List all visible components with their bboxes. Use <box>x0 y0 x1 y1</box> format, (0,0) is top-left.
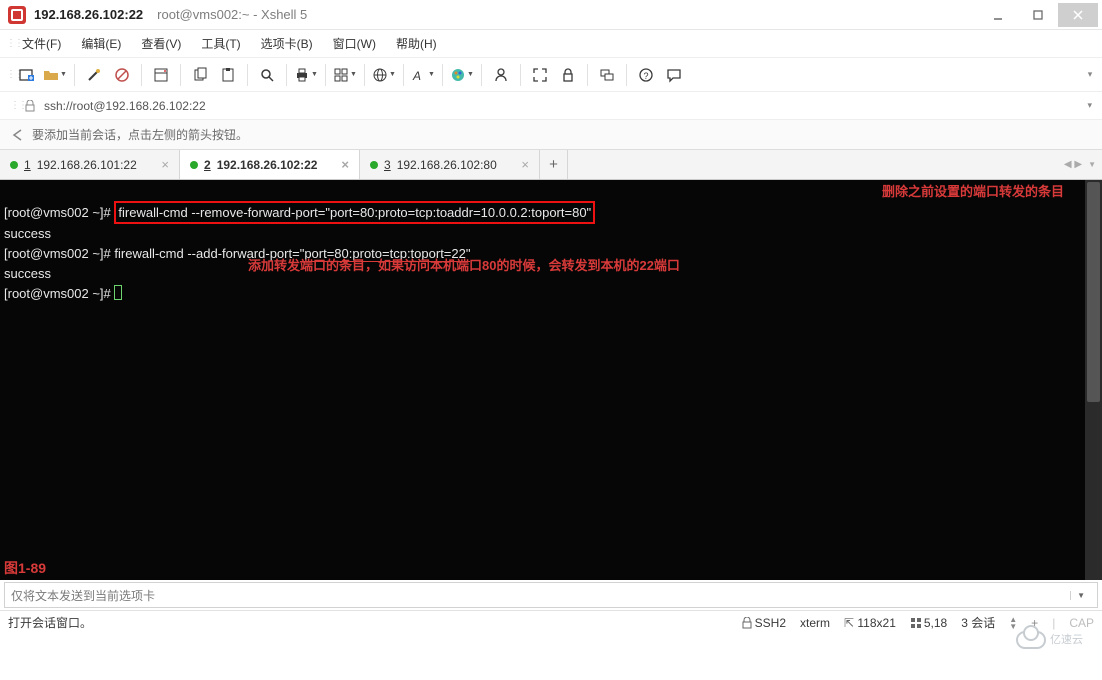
find-button[interactable] <box>254 62 280 88</box>
tab-label: 192.168.26.102:22 <box>217 158 318 172</box>
status-cursor-pos: 5,18 <box>924 616 947 630</box>
status-dot-icon <box>190 161 198 169</box>
tab-3[interactable]: 3 192.168.26.102:80 × <box>360 150 540 179</box>
svg-text:?: ? <box>644 71 649 81</box>
language-button[interactable]: ▼ <box>371 62 397 88</box>
prompt: [root@vms002 ~]# <box>4 205 114 220</box>
disconnect-button[interactable] <box>109 62 135 88</box>
tab-label: 192.168.26.101:22 <box>37 158 137 172</box>
tab-close-icon[interactable]: × <box>153 157 169 172</box>
prompt: [root@vms002 ~]# <box>4 286 114 301</box>
tab-nav[interactable]: ◀ ▶ ▼ <box>1058 150 1102 179</box>
scrollbar-thumb[interactable] <box>1087 182 1100 402</box>
menu-tools[interactable]: 工具(T) <box>191 31 250 56</box>
terminal[interactable]: [root@vms002 ~]# firewall-cmd --remove-f… <box>0 180 1102 580</box>
watermark-text: 亿速云 <box>1050 635 1083 646</box>
send-input-bar[interactable]: 仅将文本发送到当前选项卡 ▼ <box>4 582 1098 608</box>
menubar: ⋮⋮ 文件(F) 编辑(E) 查看(V) 工具(T) 选项卡(B) 窗口(W) … <box>0 30 1102 58</box>
output: success <box>4 266 51 281</box>
tabstrip: 1 192.168.26.101:22 × 2 192.168.26.102:2… <box>0 150 1102 180</box>
input-placeholder: 仅将文本发送到当前选项卡 <box>11 587 155 604</box>
menu-window[interactable]: 窗口(W) <box>323 31 386 56</box>
menu-edit[interactable]: 编辑(E) <box>71 31 131 56</box>
annotation-below: 添加转发端口的条目，如果访问本机端口80的时候，会转发到本机的22端口 <box>248 256 680 275</box>
fullscreen-button[interactable] <box>527 62 553 88</box>
status-size: 118x21 <box>857 616 895 630</box>
status-dot-icon <box>370 161 378 169</box>
menu-file[interactable]: 文件(F) <box>12 31 71 56</box>
app-icon <box>8 6 26 24</box>
prompt: [root@vms002 ~]# <box>4 246 114 261</box>
menu-tabs[interactable]: 选项卡(B) <box>251 31 323 56</box>
close-button[interactable] <box>1058 3 1098 27</box>
tab-1[interactable]: 1 192.168.26.101:22 × <box>0 150 180 179</box>
lock-icon <box>24 100 36 112</box>
color-button[interactable]: ▼ <box>449 62 475 88</box>
hint-text: 要添加当前会话，点击左侧的箭头按钮。 <box>32 126 248 143</box>
lock-icon <box>741 617 753 629</box>
menu-view[interactable]: 查看(V) <box>131 31 191 56</box>
tab-add-button[interactable]: + <box>540 150 568 179</box>
cloud-icon <box>1016 631 1046 649</box>
scrollbar[interactable] <box>1085 180 1102 580</box>
window-title-primary: 192.168.26.102:22 <box>34 7 143 22</box>
svg-text:A: A <box>412 69 421 83</box>
window-title-secondary: root@vms002:~ - Xshell 5 <box>157 7 307 22</box>
lock-button[interactable] <box>555 62 581 88</box>
chat-button[interactable] <box>661 62 687 88</box>
titlebar: 192.168.26.102:22 root@vms002:~ - Xshell… <box>0 0 1102 30</box>
status-protocol: SSH2 <box>755 616 786 630</box>
print-button[interactable]: ▼ <box>293 62 319 88</box>
font-button[interactable]: A▼ <box>410 62 436 88</box>
figure-label: 图1-89 <box>4 559 46 578</box>
tab-number: 1 <box>24 158 31 172</box>
tab-2[interactable]: 2 192.168.26.102:22 × <box>180 150 360 179</box>
cursor <box>114 285 122 300</box>
toolbar: ⋮⋮ ▼ ▼ ▼ ▼ A▼ ▼ ? ▾ <box>0 58 1102 92</box>
tab-number: 3 <box>384 158 391 172</box>
hint-bar: 要添加当前会话，点击左侧的箭头按钮。 <box>0 120 1102 150</box>
paste-button[interactable] <box>215 62 241 88</box>
transfer-button[interactable] <box>594 62 620 88</box>
arrow-add-icon[interactable] <box>10 128 24 142</box>
input-dropdown-icon[interactable]: ▼ <box>1070 591 1091 600</box>
menu-help[interactable]: 帮助(H) <box>386 31 447 56</box>
address-text[interactable]: ssh://root@192.168.26.102:22 <box>44 99 206 113</box>
minimize-button[interactable] <box>978 3 1018 27</box>
address-bar: ⋮⋮ ssh://root@192.168.26.102:22 ▾ <box>0 92 1102 120</box>
maximize-button[interactable] <box>1018 3 1058 27</box>
reconnect-button[interactable] <box>81 62 107 88</box>
status-message: 打开会话窗口。 <box>8 614 92 631</box>
toolbar-overflow[interactable]: ▾ <box>1084 69 1096 80</box>
highlighted-command: firewall-cmd --remove-forward-port="port… <box>114 201 595 224</box>
layout-button[interactable]: ▼ <box>332 62 358 88</box>
new-session-button[interactable] <box>14 62 40 88</box>
status-term: xterm <box>800 616 830 630</box>
tab-number: 2 <box>204 158 211 172</box>
tab-close-icon[interactable]: × <box>333 157 349 172</box>
properties-button[interactable] <box>148 62 174 88</box>
watermark: 亿速云 <box>1016 624 1094 656</box>
grip: ⋮⋮ <box>6 69 12 80</box>
tab-close-icon[interactable]: × <box>513 157 529 172</box>
status-sessions: 3 会话 <box>961 614 995 631</box>
copy-button[interactable] <box>187 62 213 88</box>
help-button[interactable]: ? <box>633 62 659 88</box>
output: success <box>4 226 51 241</box>
user-button[interactable] <box>488 62 514 88</box>
status-dot-icon <box>10 161 18 169</box>
grip: ⋮⋮ <box>10 100 16 111</box>
statusbar: 打开会话窗口。 SSH2 xterm ⇱ 118x21 5,18 3 会话 ▲▼… <box>0 610 1102 634</box>
tab-label: 192.168.26.102:80 <box>397 158 497 172</box>
annotation-right: 删除之前设置的端口转发的条目 <box>882 183 1082 201</box>
open-button[interactable]: ▼ <box>42 62 68 88</box>
address-overflow[interactable]: ▾ <box>1087 100 1092 111</box>
grid-icon <box>910 617 922 629</box>
